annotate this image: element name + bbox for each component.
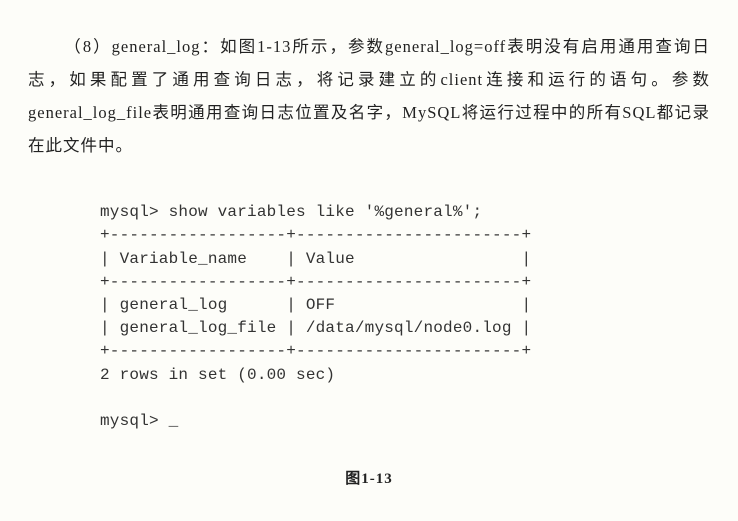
table-separator-mid: +------------------+--------------------…	[100, 273, 531, 291]
terminal-prompt: mysql> _	[100, 412, 178, 430]
terminal-status: 2 rows in set (0.00 sec)	[100, 366, 335, 384]
figure-caption: 图1-13	[28, 467, 710, 488]
table-separator-top: +------------------+--------------------…	[100, 226, 531, 244]
terminal-command: mysql> show variables like '%general%';	[100, 203, 482, 221]
table-header-row: | Variable_name | Value |	[100, 250, 531, 268]
body-paragraph: （8）general_log：如图1-13所示，参数general_log=of…	[28, 30, 710, 162]
terminal-output: mysql> show variables like '%general%'; …	[100, 178, 710, 433]
table-separator-bot: +------------------+--------------------…	[100, 342, 531, 360]
table-row: | general_log_file | /data/mysql/node0.l…	[100, 319, 531, 337]
table-row: | general_log | OFF |	[100, 296, 531, 314]
